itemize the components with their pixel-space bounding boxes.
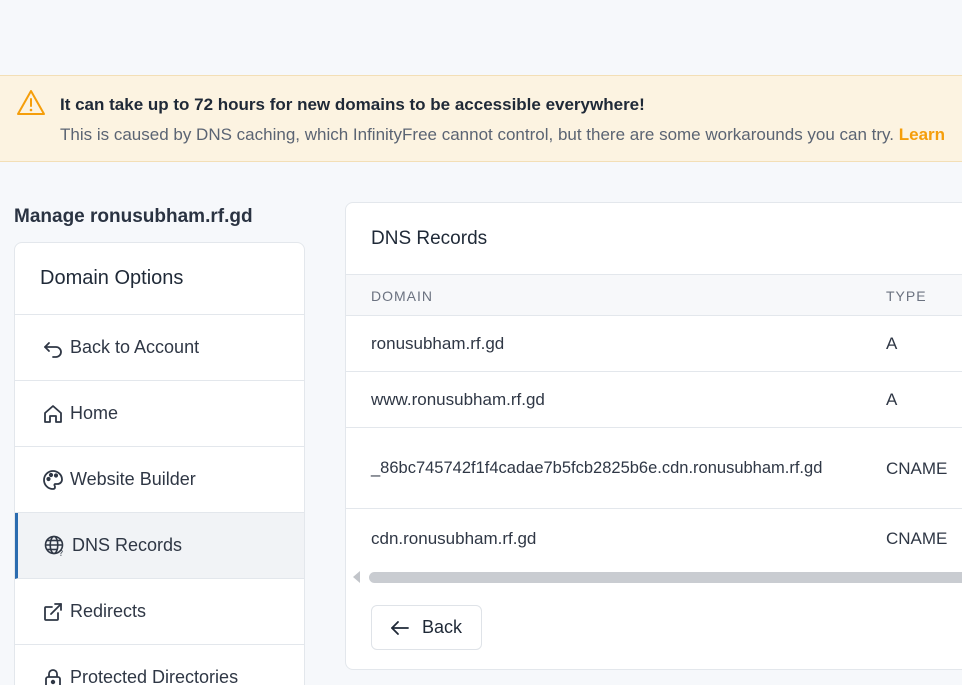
- table-row: ronusubham.rf.gd A: [346, 316, 962, 372]
- lock-icon: [42, 667, 64, 685]
- record-domain: www.ronusubham.rf.gd: [371, 390, 545, 409]
- record-type: A: [886, 334, 898, 353]
- alert-title: It can take up to 72 hours for new domai…: [60, 95, 645, 114]
- alert-body: This is caused by DNS caching, which Inf…: [60, 125, 945, 145]
- arrow-left-icon: [390, 620, 410, 636]
- sidebar-item-dns-records[interactable]: ? DNS Records: [15, 513, 304, 579]
- scroll-left-arrow-icon[interactable]: [353, 571, 360, 583]
- alert-body-text: This is caused by DNS caching, which Inf…: [60, 125, 899, 144]
- sidebar-item-label: Website Builder: [70, 469, 196, 489]
- external-link-icon: [42, 601, 64, 623]
- dns-records-panel: DNS Records DOMAIN TYPE ronusubham.rf.gd…: [345, 202, 962, 670]
- record-type: A: [886, 390, 898, 409]
- sidebar-item-label: Redirects: [70, 601, 147, 621]
- home-icon: [42, 403, 64, 425]
- sidebar-item-label: Home: [70, 403, 119, 423]
- horizontal-scrollbar[interactable]: [346, 566, 962, 586]
- record-domain: cdn.ronusubham.rf.gd: [371, 529, 537, 548]
- column-header-type: TYPE: [886, 288, 927, 304]
- table-row: _86bc745742f1f4cadae7b5fcb2825b6e.cdn.ro…: [346, 428, 962, 509]
- record-domain: _86bc745742f1f4cadae7b5fcb2825b6e.cdn.ro…: [371, 459, 823, 477]
- sidebar-item-website-builder[interactable]: Website Builder: [15, 447, 304, 513]
- table-header: DOMAIN TYPE: [346, 275, 962, 316]
- sidebar-item-label: Protected Directories: [70, 667, 239, 685]
- table-row: cdn.ronusubham.rf.gd CNAME: [346, 509, 962, 566]
- record-type: CNAME: [886, 529, 948, 548]
- sidebar-item-protected-directories[interactable]: Protected Directories: [15, 645, 304, 685]
- record-domain: ronusubham.rf.gd: [371, 334, 505, 353]
- back-arrow-icon: [42, 337, 64, 359]
- back-button-label: Back: [422, 617, 463, 637]
- back-button[interactable]: Back: [371, 605, 482, 650]
- page-title: Manage ronusubham.rf.gd: [14, 206, 253, 227]
- dns-propagation-alert: It can take up to 72 hours for new domai…: [0, 75, 962, 162]
- sidebar-item-label: Back to Account: [70, 337, 200, 357]
- sidebar-header: Domain Options: [15, 243, 304, 315]
- sidebar-item-redirects[interactable]: Redirects: [15, 579, 304, 645]
- palette-icon: [42, 469, 64, 491]
- sidebar-item-back-to-account[interactable]: Back to Account: [15, 315, 304, 381]
- svg-text:?: ?: [59, 549, 63, 557]
- warning-triangle-icon: [16, 89, 46, 122]
- scroll-thumb[interactable]: [369, 572, 962, 583]
- table-row: www.ronusubham.rf.gd A: [346, 372, 962, 428]
- domain-options-sidebar: Domain Options Back to Account Home Webs…: [14, 242, 305, 685]
- learn-more-link[interactable]: Learn: [899, 125, 945, 144]
- column-header-domain: DOMAIN: [371, 288, 433, 304]
- sidebar-item-home[interactable]: Home: [15, 381, 304, 447]
- panel-title: DNS Records: [346, 203, 962, 275]
- sidebar-item-label: DNS Records: [72, 535, 183, 555]
- globe-icon: ?: [44, 535, 66, 557]
- record-type: CNAME: [886, 459, 948, 478]
